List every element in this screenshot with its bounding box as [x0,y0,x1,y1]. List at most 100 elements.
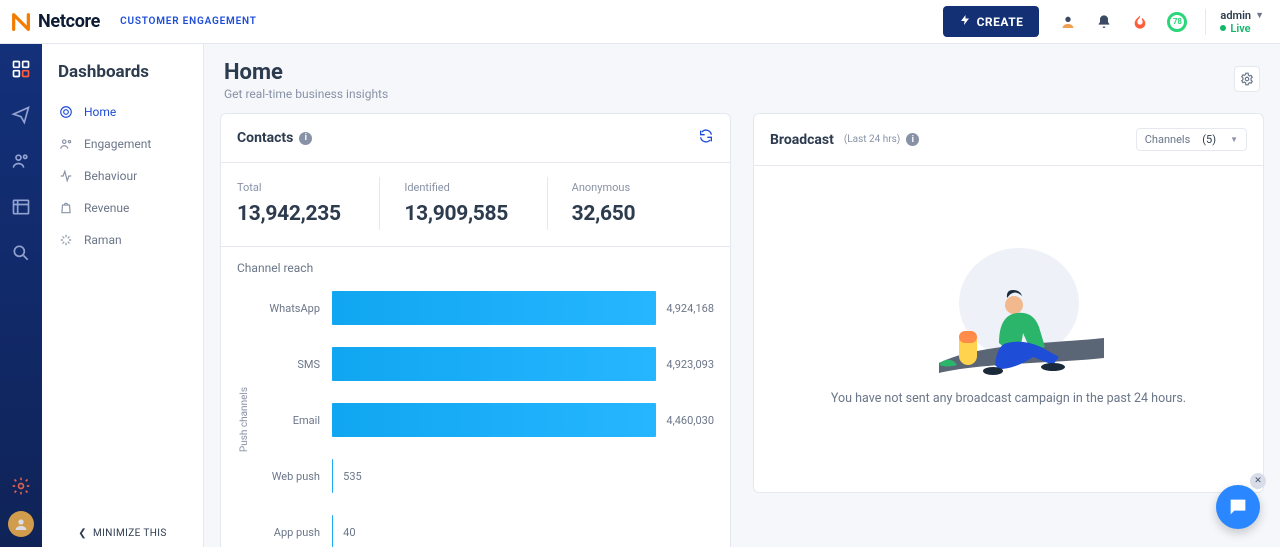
bell-icon[interactable] [1095,13,1113,31]
broadcast-card-title: Broadcast (Last 24 hrs) i [770,132,919,148]
metric-total: Total 13,942,235 [237,177,380,230]
broadcast-card: Broadcast (Last 24 hrs) i Channels (5) ▼ [753,113,1264,493]
metric-value: 13,909,585 [404,202,530,226]
channels-dropdown-label: Channels [1145,133,1191,146]
user-name-label: admin [1220,9,1251,22]
chart-value: 40 [343,526,355,539]
metric-label: Anonymous [572,181,698,194]
chart-bar [332,291,656,325]
sidebar-item-label: Engagement [84,137,151,151]
sidebar-item-label: Home [84,105,116,119]
chart-row: Email 4,460,030 [260,403,714,437]
page-settings-button[interactable] [1234,66,1260,92]
topbar: Netcore CUSTOMER ENGAGEMENT CREATE 78 ad… [0,0,1280,44]
rail-audience-icon[interactable] [10,150,32,172]
chart-category: Email [260,414,320,427]
logo-icon [10,11,32,33]
sidebar-title: Dashboards [42,44,203,96]
sidebar-item-label: Behaviour [84,169,137,183]
chat-close-button[interactable]: ✕ [1250,473,1266,489]
rail-search-icon[interactable] [10,242,32,264]
user-icon[interactable] [1059,13,1077,31]
sidebar-item-engagement[interactable]: Engagement [42,128,203,160]
rail-dashboards-icon[interactable] [10,58,32,80]
chart-category: App push [260,526,320,539]
activity-icon [58,168,74,184]
page-title: Home [224,60,388,85]
info-icon[interactable]: i [906,133,919,146]
chart-bar [332,347,656,381]
minimize-sidebar[interactable]: ❮ MINIMIZE THIS [42,528,203,539]
page-header: Home Get real-time business insights [220,44,1264,113]
chart-value: 535 [343,470,362,483]
contacts-card: Contacts i Total 13,942,235 Identified [220,113,731,547]
sidebar-item-home[interactable]: Home [42,96,203,128]
brand: Netcore CUSTOMER ENGAGEMENT [8,11,257,33]
flame-icon[interactable] [1131,13,1149,31]
chart-row: Web push 535 [260,459,714,493]
chart-ylabel: Push channels [237,387,252,452]
minimize-label: MINIMIZE THIS [93,528,167,539]
sidebar-item-label: Revenue [84,201,129,215]
main: Home Get real-time business insights Con… [204,44,1280,547]
metric-label: Identified [404,181,530,194]
chart-category: WhatsApp [260,302,320,315]
target-icon [58,104,74,120]
contacts-card-title: Contacts i [237,130,312,146]
rail-campaigns-icon[interactable] [10,104,32,126]
chat-fab[interactable] [1216,485,1260,529]
broadcast-subtitle: (Last 24 hrs) [844,134,900,145]
sidebar: Dashboards Home Engagement Behaviour Rev… [42,44,204,547]
chart-bar [332,515,333,547]
sparkle-icon [58,232,74,248]
user-status: Live [1220,22,1250,35]
contacts-metrics: Total 13,942,235 Identified 13,909,585 A… [221,163,730,247]
sidebar-item-behaviour[interactable]: Behaviour [42,160,203,192]
empty-illustration [919,243,1099,373]
chart-row: SMS 4,923,093 [260,347,714,381]
nav-rail [0,44,42,547]
chart-value: 4,460,030 [666,414,714,427]
health-score-ring[interactable]: 78 [1167,12,1187,32]
chart-category: SMS [260,358,320,371]
chevron-left-icon: ❮ [78,528,87,539]
rail-settings-icon[interactable] [10,475,32,497]
metric-anonymous: Anonymous 32,650 [548,177,714,230]
chart-row: WhatsApp 4,924,168 [260,291,714,325]
user-menu[interactable]: admin ▼ Live [1205,9,1264,35]
metric-value: 13,942,235 [237,202,363,226]
channels-count: (5) [1202,133,1216,146]
metric-value: 32,650 [572,202,698,226]
caret-down-icon: ▼ [1255,10,1264,21]
channels-dropdown[interactable]: Channels (5) ▼ [1136,128,1247,151]
chart-value: 4,924,168 [666,302,714,315]
metric-label: Total [237,181,363,194]
sidebar-item-label: Raman [84,233,122,247]
rail-profile-icon[interactable] [8,511,34,537]
chevron-down-icon: ▼ [1230,135,1238,144]
chart-bar [332,403,656,437]
brand-name: Netcore [38,11,100,32]
bolt-icon [959,13,971,30]
sidebar-item-revenue[interactable]: Revenue [42,192,203,224]
info-icon[interactable]: i [299,132,312,145]
sidebar-item-raman[interactable]: Raman [42,224,203,256]
chart-category: Web push [260,470,320,483]
refresh-button[interactable] [698,128,714,148]
users-icon [58,136,74,152]
channel-reach-chart: Channel reach Push channels WhatsApp 4,92… [221,247,730,547]
empty-text: You have not sent any broadcast campaign… [831,391,1186,406]
create-button-label: CREATE [977,15,1024,29]
brand-tagline: CUSTOMER ENGAGEMENT [120,16,257,27]
page-subtitle: Get real-time business insights [224,87,388,101]
chart-value: 4,923,093 [666,358,714,371]
create-button[interactable]: CREATE [943,6,1040,37]
metric-identified: Identified 13,909,585 [380,177,547,230]
broadcast-empty-state: You have not sent any broadcast campaign… [754,166,1263,492]
topbar-icons: 78 [1059,12,1187,32]
chart-bar [332,459,333,493]
rail-content-icon[interactable] [10,196,32,218]
chart-row: App push 40 [260,515,714,547]
bag-icon [58,200,74,216]
chart-title: Channel reach [237,261,714,275]
